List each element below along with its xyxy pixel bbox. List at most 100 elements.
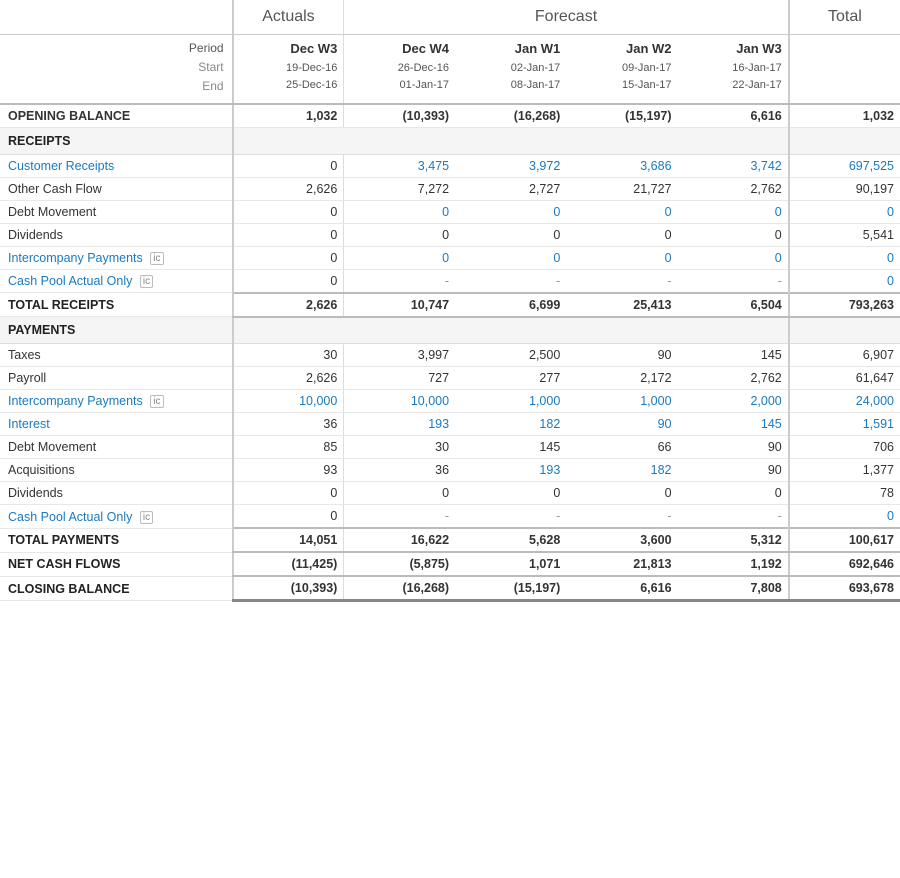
label-payments-header: PAYMENTS (0, 317, 233, 344)
value-interest-5: 1,591 (789, 413, 900, 436)
value-debt-movement-pay-5: 706 (789, 436, 900, 459)
label-intercompany-payments-receipts: Intercompany Payments ic (0, 246, 233, 269)
value-net-cash-flows-5: 692,646 (789, 552, 900, 576)
value-receipts-header-5 (789, 127, 900, 154)
row-taxes: Taxes303,9972,500901456,907 (0, 344, 900, 367)
value-cash-pool-actual-receipts-4: - (678, 269, 789, 293)
value-customer-receipts-5: 697,525 (789, 154, 900, 177)
value-intercompany-payments-receipts-2: 0 (455, 246, 566, 269)
value-closing-balance-5: 693,678 (789, 576, 900, 601)
label-net-cash-flows: NET CASH FLOWS (0, 552, 233, 576)
col-dec-w3: Dec W3 19-Dec-16 25-Dec-16 (233, 35, 344, 104)
value-total-receipts-2: 6,699 (455, 293, 566, 317)
value-debt-movement-receipts-5: 0 (789, 200, 900, 223)
ic-badge: ic (150, 252, 163, 265)
row-net-cash-flows: NET CASH FLOWS(11,425)(5,875)1,07121,813… (0, 552, 900, 576)
value-opening-balance-3: (15,197) (566, 104, 677, 128)
value-net-cash-flows-4: 1,192 (678, 552, 789, 576)
value-cash-pool-actual-pay-2: - (455, 505, 566, 529)
value-cash-pool-actual-receipts-3: - (566, 269, 677, 293)
value-payments-header-5 (789, 317, 900, 344)
col-jan-w1: Jan W1 02-Jan-17 08-Jan-17 (455, 35, 566, 104)
value-debt-movement-receipts-4: 0 (678, 200, 789, 223)
value-cash-pool-actual-pay-4: - (678, 505, 789, 529)
cash-flow-table: Actuals Forecast Total Period Start End … (0, 0, 900, 602)
value-cash-pool-actual-pay-1: - (344, 505, 455, 529)
value-dividends-pay-4: 0 (678, 482, 789, 505)
value-receipts-header-2 (455, 127, 566, 154)
ic-badge: ic (140, 275, 153, 288)
value-cash-pool-actual-receipts-5: 0 (789, 269, 900, 293)
value-other-cash-flow-2: 2,727 (455, 177, 566, 200)
value-intercompany-payments-pay-2: 1,000 (455, 390, 566, 413)
label-dividends-receipts: Dividends (0, 223, 233, 246)
ic-badge: ic (150, 395, 163, 408)
value-customer-receipts-1: 3,475 (344, 154, 455, 177)
label-total-payments: TOTAL PAYMENTS (0, 528, 233, 552)
value-opening-balance-4: 6,616 (678, 104, 789, 128)
value-interest-0: 36 (233, 413, 344, 436)
value-debt-movement-pay-2: 145 (455, 436, 566, 459)
value-cash-pool-actual-pay-5: 0 (789, 505, 900, 529)
ic-badge: ic (140, 511, 153, 524)
row-debt-movement-pay: Debt Movement85301456690706 (0, 436, 900, 459)
value-interest-3: 90 (566, 413, 677, 436)
value-payments-header-2 (455, 317, 566, 344)
label-interest: Interest (0, 413, 233, 436)
label-other-cash-flow: Other Cash Flow (0, 177, 233, 200)
value-taxes-0: 30 (233, 344, 344, 367)
value-acquisitions-2: 193 (455, 459, 566, 482)
col-jan-w3: Jan W3 16-Jan-17 22-Jan-17 (678, 35, 789, 104)
label-opening-balance: OPENING BALANCE (0, 104, 233, 128)
value-net-cash-flows-1: (5,875) (344, 552, 455, 576)
col-total (789, 35, 900, 104)
row-interest: Interest36193182901451,591 (0, 413, 900, 436)
value-cash-pool-actual-receipts-0: 0 (233, 269, 344, 293)
label-debt-movement-pay: Debt Movement (0, 436, 233, 459)
value-other-cash-flow-3: 21,727 (566, 177, 677, 200)
row-other-cash-flow: Other Cash Flow2,6267,2722,72721,7272,76… (0, 177, 900, 200)
value-payments-header-0 (233, 317, 344, 344)
total-section-header: Total (789, 0, 900, 35)
value-intercompany-payments-pay-5: 24,000 (789, 390, 900, 413)
value-customer-receipts-0: 0 (233, 154, 344, 177)
value-taxes-5: 6,907 (789, 344, 900, 367)
value-intercompany-payments-pay-0: 10,000 (233, 390, 344, 413)
value-acquisitions-3: 182 (566, 459, 677, 482)
value-receipts-header-1 (344, 127, 455, 154)
value-payroll-0: 2,626 (233, 367, 344, 390)
value-total-payments-1: 16,622 (344, 528, 455, 552)
value-dividends-pay-2: 0 (455, 482, 566, 505)
row-dividends-pay: Dividends0000078 (0, 482, 900, 505)
value-total-receipts-4: 6,504 (678, 293, 789, 317)
value-intercompany-payments-pay-4: 2,000 (678, 390, 789, 413)
value-taxes-3: 90 (566, 344, 677, 367)
value-total-payments-4: 5,312 (678, 528, 789, 552)
row-acquisitions: Acquisitions9336193182901,377 (0, 459, 900, 482)
value-opening-balance-0: 1,032 (233, 104, 344, 128)
label-cash-pool-actual-pay: Cash Pool Actual Only ic (0, 505, 233, 529)
row-total-payments: TOTAL PAYMENTS14,05116,6225,6283,6005,31… (0, 528, 900, 552)
value-customer-receipts-4: 3,742 (678, 154, 789, 177)
label-closing-balance: CLOSING BALANCE (0, 576, 233, 601)
value-interest-2: 182 (455, 413, 566, 436)
col-dec-w4: Dec W4 26-Dec-16 01-Jan-17 (344, 35, 455, 104)
value-customer-receipts-2: 3,972 (455, 154, 566, 177)
row-opening-balance: OPENING BALANCE1,032(10,393)(16,268)(15,… (0, 104, 900, 128)
value-debt-movement-receipts-2: 0 (455, 200, 566, 223)
row-cash-pool-actual-receipts: Cash Pool Actual Only ic0----0 (0, 269, 900, 293)
row-intercompany-payments-receipts: Intercompany Payments ic000000 (0, 246, 900, 269)
row-customer-receipts: Customer Receipts03,4753,9723,6863,74269… (0, 154, 900, 177)
label-taxes: Taxes (0, 344, 233, 367)
value-net-cash-flows-0: (11,425) (233, 552, 344, 576)
value-payroll-1: 727 (344, 367, 455, 390)
value-dividends-receipts-1: 0 (344, 223, 455, 246)
value-total-payments-2: 5,628 (455, 528, 566, 552)
value-dividends-receipts-4: 0 (678, 223, 789, 246)
value-intercompany-payments-receipts-1: 0 (344, 246, 455, 269)
label-debt-movement-receipts: Debt Movement (0, 200, 233, 223)
value-dividends-pay-0: 0 (233, 482, 344, 505)
actuals-section-header: Actuals (233, 0, 344, 35)
row-closing-balance: CLOSING BALANCE(10,393)(16,268)(15,197)6… (0, 576, 900, 601)
value-intercompany-payments-receipts-5: 0 (789, 246, 900, 269)
